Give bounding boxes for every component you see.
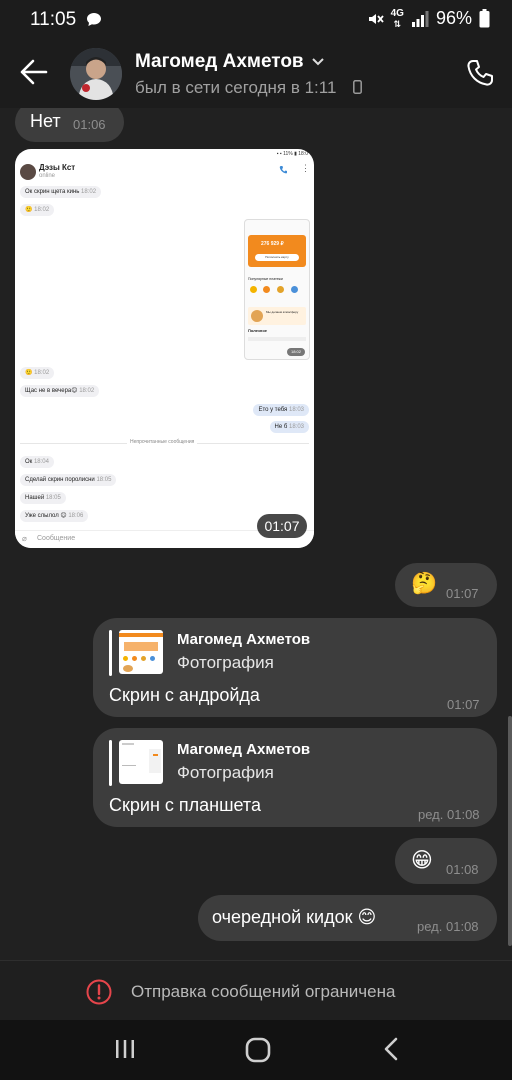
message-edited: ред. [418,807,444,822]
reply-author: Магомед Ахметов [177,741,311,758]
chevron-down-icon[interactable] [312,58,324,66]
screenshot-call-icon [279,166,287,174]
message-text: Нет [30,111,61,131]
screenshot-menu-icon: ⋮ [301,163,310,173]
reply-thumbnail[interactable] [119,630,163,674]
message-emoji: 😁 [411,849,433,872]
message-emoji: 🤔 [411,572,438,595]
reply-message[interactable]: Магомед Ахметов Фотография Скрин с андро… [93,618,497,717]
message-text: очередной кидок 😊 [212,907,377,927]
chat-header: Магомед Ахметов был в сети сегодня в 1:1… [0,38,512,108]
screenshot-message-out: Ето у тебя 18:03 [253,404,309,416]
phone-call-icon[interactable] [466,59,494,87]
message-time: 01:06 [73,117,106,132]
reply-type: Фотография [177,653,274,672]
chat-bubble-icon [87,13,101,26]
screenshot-message: Уже слылол 😊 18:06 [20,510,89,522]
message-time: 01:07 [446,586,479,601]
screenshot-message: Ок скрин щета кинь 18:02 [20,186,102,198]
screenshot-message: 🙂 18:02 [20,204,55,216]
home-icon[interactable] [245,1037,271,1063]
message-time: 01:08 [447,807,480,822]
message-time: 01:08 [446,919,479,934]
screenshot-status: online [39,173,56,179]
reply-author: Магомед Ахметов [177,631,311,648]
screenshot-message: Сделай скрин поролисни 18:05 [20,474,117,486]
contact-name[interactable]: Магомед Ахметов [135,51,304,73]
message-incoming[interactable]: Нет 01:06 [15,108,124,142]
status-time: 11:05 [30,9,77,30]
message-edited: ред. [417,919,443,934]
back-arrow-icon[interactable] [20,59,48,85]
screenshot-status-bar: ▪ ▪ 11% ▮ 18:0 [276,151,308,157]
image-time: 01:07 [257,514,307,538]
screenshot-message: Щас не в вечера😊 18:02 [20,385,100,397]
screenshot-message: Ок 18:04 [20,456,54,468]
screenshot-message: 🙂 18:02 [20,367,55,379]
signal-icon [411,10,429,27]
reply-type: Фотография [177,763,274,782]
battery-icon [479,9,490,28]
phone-device-icon [353,80,362,94]
back-nav-icon[interactable] [382,1037,400,1061]
message-outgoing[interactable]: 😁 01:08 [395,838,497,884]
screenshot-unread-divider: Непрочитанные сообщения [15,439,314,447]
message-text: Скрин с планшета [109,795,261,815]
image-message[interactable]: ▪ ▪ 11% ▮ 18:0 Дэзы Кст online ⋮ Ок скри… [15,149,314,548]
restricted-notice: Отправка сообщений ограничена [0,960,512,1021]
recents-icon[interactable] [114,1037,136,1061]
screenshot-inner-image: 276 929 ₽ Пополнить карту Популярные пла… [244,219,310,360]
screenshot-contact: Дэзы Кст [39,163,76,172]
message-outgoing[interactable]: очередной кидок 😊 ред. 01:08 [198,895,497,941]
screenshot-avatar [20,164,36,180]
screenshot-message: Нашей 18:05 [20,492,66,504]
message-time: 01:07 [447,697,480,712]
restricted-text: Отправка сообщений ограничена [131,982,396,1001]
status-bar: 11:05 4G ⇅ 96% [0,0,512,38]
reply-thumbnail[interactable] [119,740,163,784]
reply-quote-bar [109,630,112,676]
reply-message[interactable]: Магомед Ахметов Фотография Скрин с планш… [93,728,497,827]
message-text: Скрин с андройда [109,685,260,705]
screenshot-message-out: Не б 18:03 [269,421,309,433]
reply-quote-bar [109,740,112,786]
message-time: 01:08 [446,862,479,877]
scrollbar[interactable] [508,716,512,946]
message-outgoing[interactable]: 🤔 01:07 [395,563,497,607]
chat-area[interactable]: Нет 01:06 ▪ ▪ 11% ▮ 18:0 Дэзы Кст online… [0,108,512,960]
system-nav-bar [0,1020,512,1080]
battery-percent: 96% [435,8,472,28]
network-type: 4G ⇅ [390,7,404,29]
avatar[interactable] [70,48,122,100]
mute-icon [368,13,384,24]
contact-last-seen: был в сети сегодня в 1:11 [135,78,337,97]
alert-circle-icon [86,979,112,1005]
